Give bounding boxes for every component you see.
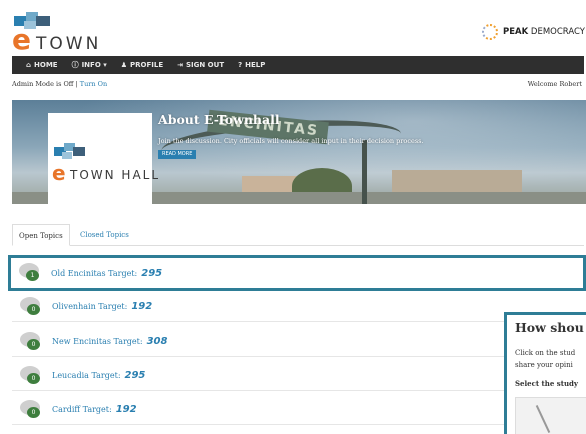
topic-label[interactable]: Old Encinitas Target: — [51, 269, 137, 278]
banner-title: About E-Townhall — [158, 112, 280, 127]
nav-help[interactable]: ? HELP — [238, 61, 265, 69]
comments-icon: 0 — [20, 399, 44, 420]
nav-info[interactable]: ⓘ INFO ▾ — [72, 60, 107, 70]
topic-row-cardiff[interactable]: 0 Cardiff Target: 192 — [12, 395, 584, 425]
main-nav: ⌂ HOME ⓘ INFO ▾ ♟ PROFILE ⇥ SIGN OUT ? HELP — [12, 56, 584, 74]
study-map-thumbnail[interactable] — [515, 397, 586, 434]
comments-icon: 0 — [20, 365, 44, 386]
help-popup: How shou Click on the stud share your op… — [504, 312, 586, 434]
popup-text-line-2: share your opini — [515, 361, 573, 369]
nav-profile[interactable]: ♟ PROFILE — [121, 61, 163, 69]
topic-label[interactable]: Cardiff Target: — [52, 405, 112, 414]
sign-out-icon: ⇥ — [177, 61, 183, 69]
nav-info-label: INFO ▾ — [81, 61, 107, 69]
topic-label[interactable]: New Encinitas Target: — [52, 337, 143, 346]
topic-tabs: Open Topics Closed Topics — [12, 224, 584, 246]
topic-label[interactable]: Leucadia Target: — [52, 371, 121, 380]
user-icon: ♟ — [120, 61, 128, 69]
info-icon: ⓘ — [71, 61, 79, 69]
nav-sign-out-label: SIGN OUT — [186, 61, 225, 69]
comments-icon: 1 — [19, 263, 43, 283]
topic-row-old-encinitas[interactable]: 1 Old Encinitas Target: 295 — [8, 255, 586, 291]
nav-help-label: HELP — [245, 61, 266, 69]
nav-sign-out[interactable]: ⇥ SIGN OUT — [177, 61, 224, 69]
peak-logo-text: PEAK DEMOCRACY — [503, 27, 585, 37]
topic-label[interactable]: Olivenhain Target: — [52, 302, 127, 311]
welcome-text: Welcome Robert — [527, 80, 582, 88]
nav-home[interactable]: ⌂ HOME — [26, 61, 58, 69]
admin-turn-on-link[interactable]: Turn On — [80, 80, 107, 88]
topic-target-count: 192 — [131, 301, 153, 312]
topic-target-count: 192 — [115, 404, 137, 415]
admin-mode-text: Admin Mode is Off | — [12, 80, 80, 88]
read-more-button[interactable]: READ MORE — [158, 150, 197, 159]
etownhall-logo[interactable]: e TOWN HALL — [12, 10, 162, 74]
help-icon: ? — [238, 61, 243, 69]
banner-subtitle: Join the discussion. City officials will… — [158, 137, 424, 145]
about-banner: ENCINITAS e TOWN HALL About E-Townhall J… — [12, 100, 586, 204]
admin-mode-status: Admin Mode is Off | Turn On — [12, 80, 107, 88]
topic-target-count: 295 — [141, 267, 163, 279]
topic-row-leucadia[interactable]: 0 Leucadia Target: 295 — [12, 361, 584, 391]
comments-icon: 0 — [20, 331, 44, 352]
comments-icon: 0 — [20, 296, 44, 317]
logo-e: e — [12, 23, 31, 56]
topic-row-new-encinitas[interactable]: 0 New Encinitas Target: 308 — [12, 327, 584, 357]
tab-closed-topics[interactable]: Closed Topics — [74, 224, 135, 246]
topic-target-count: 295 — [124, 370, 146, 381]
popup-text-line-1: Click on the stud — [515, 349, 576, 357]
nav-home-label: HOME — [34, 61, 58, 69]
home-icon: ⌂ — [26, 61, 32, 69]
peak-logo-icon — [482, 24, 498, 40]
banner-logo-text: TOWN HALL — [70, 168, 161, 182]
topic-row-olivenhain[interactable]: 0 Olivenhain Target: 192 — [12, 292, 584, 322]
banner-logo-e: e — [52, 161, 66, 185]
popup-text-line-3: Select the study — [515, 379, 578, 388]
peak-democracy-logo[interactable]: PEAK DEMOCRACY — [482, 22, 585, 42]
nav-profile-label: PROFILE — [130, 61, 164, 69]
tab-open-topics[interactable]: Open Topics — [12, 224, 70, 246]
popup-title: How shou — [515, 320, 584, 335]
banner-logo: e TOWN HALL — [48, 113, 158, 204]
topic-target-count: 308 — [146, 336, 168, 347]
